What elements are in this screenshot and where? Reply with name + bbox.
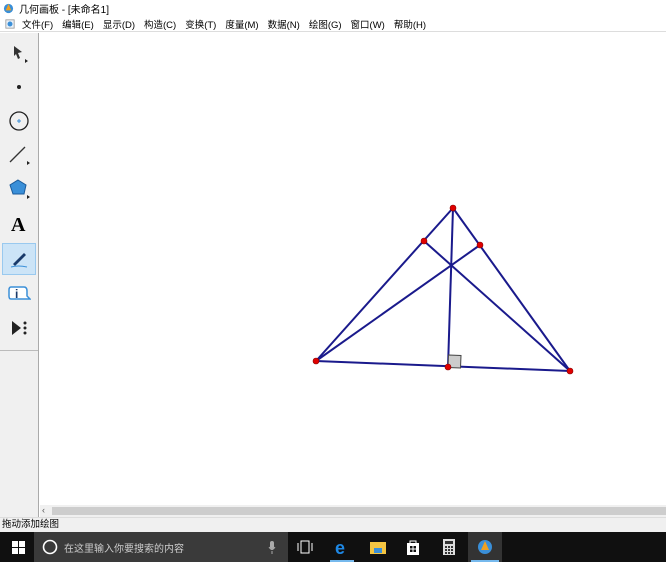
info-bubble-icon: i [8, 286, 31, 301]
segment-bc[interactable] [452, 207, 571, 372]
svg-text:i: i [15, 287, 18, 301]
circle-icon [9, 111, 29, 131]
folder-icon [370, 542, 386, 554]
calculator-icon [443, 539, 455, 555]
cortana-icon [42, 539, 58, 555]
taskbar-calculator[interactable] [434, 532, 464, 562]
horizontal-scrollbar[interactable]: ‹ [40, 505, 666, 517]
document-icon[interactable] [5, 18, 15, 29]
toolbar-divider [0, 350, 38, 351]
menu-file[interactable]: 文件(F) [22, 17, 53, 31]
pentagon-icon [9, 179, 30, 199]
start-button[interactable] [3, 532, 33, 562]
scrollbar-thumb[interactable] [52, 507, 666, 515]
scroll-left-icon[interactable]: ‹ [42, 505, 45, 515]
taskbar: 在这里输入你要搜索的内容 e [0, 532, 666, 562]
title-bar: 几何画板 - [未命名1] [0, 0, 666, 16]
compass-tool[interactable] [2, 105, 36, 137]
taskbar-store[interactable] [398, 532, 428, 562]
point-b[interactable] [566, 367, 574, 375]
svg-text:e: e [335, 539, 345, 555]
arrow-icon [14, 46, 28, 63]
point-foot-ab[interactable] [444, 363, 452, 371]
menu-edit[interactable]: 编辑(E) [62, 17, 94, 31]
point-foot-bc[interactable] [476, 241, 484, 249]
information-tool[interactable]: i [2, 278, 36, 310]
store-bag-icon [407, 540, 419, 555]
edge-icon: e [335, 539, 345, 555]
sketch-canvas[interactable] [40, 33, 666, 505]
straightedge-tool[interactable] [2, 139, 36, 171]
altitude-from-b[interactable] [423, 240, 571, 372]
point-foot-ac[interactable] [420, 237, 428, 245]
menu-data[interactable]: 数据(N) [268, 17, 300, 31]
point-c[interactable] [449, 204, 457, 212]
svg-text:A: A [11, 214, 26, 234]
altitude-from-c[interactable] [447, 207, 454, 368]
menu-display[interactable]: 显示(D) [103, 17, 135, 31]
search-placeholder: 在这里输入你要搜索的内容 [64, 543, 184, 555]
menu-construct[interactable]: 构造(C) [144, 17, 176, 31]
toolbox: A i [0, 33, 39, 517]
taskbar-edge[interactable]: e [327, 532, 357, 562]
menu-graph[interactable]: 绘图(G) [309, 17, 342, 31]
menu-transform[interactable]: 变换(T) [185, 17, 216, 31]
sketchpad-app-icon [478, 540, 492, 554]
select-arrow-tool[interactable] [2, 37, 36, 69]
menu-help[interactable]: 帮助(H) [394, 17, 426, 31]
pen-icon [10, 253, 28, 268]
task-view-button[interactable] [290, 532, 320, 562]
marker-tool[interactable] [2, 243, 36, 275]
segment-ab[interactable] [315, 360, 571, 372]
polygon-tool[interactable] [2, 173, 36, 205]
line-segment-icon [9, 146, 30, 165]
segment-ac[interactable] [315, 207, 454, 362]
status-bar: 拖动添加绘图 [0, 517, 666, 532]
windows-logo-icon [11, 540, 25, 554]
task-view-icon [297, 540, 313, 554]
taskbar-search[interactable]: 在这里输入你要搜索的内容 [34, 532, 288, 562]
custom-tool[interactable] [2, 312, 36, 344]
window-title: 几何画板 - [未命名1] [19, 4, 110, 16]
menu-window[interactable]: 窗口(W) [351, 17, 385, 31]
text-tool[interactable]: A [2, 207, 36, 239]
taskbar-file-explorer[interactable] [363, 532, 393, 562]
point-a[interactable] [312, 357, 320, 365]
menu-bar: 文件(F) 编辑(E) 显示(D) 构造(C) 变换(T) 度量(M) 数据(N… [0, 16, 666, 32]
point-tool[interactable] [2, 71, 36, 103]
geometry-figure [312, 204, 574, 375]
altitude-from-a[interactable] [315, 244, 481, 362]
letter-a-icon: A [11, 214, 26, 234]
microphone-icon[interactable] [268, 540, 276, 554]
point-icon [17, 85, 21, 89]
app-icon [3, 3, 14, 13]
play-more-icon [12, 321, 27, 335]
menu-measure[interactable]: 度量(M) [225, 17, 258, 31]
taskbar-geometers-sketchpad[interactable] [468, 532, 502, 562]
